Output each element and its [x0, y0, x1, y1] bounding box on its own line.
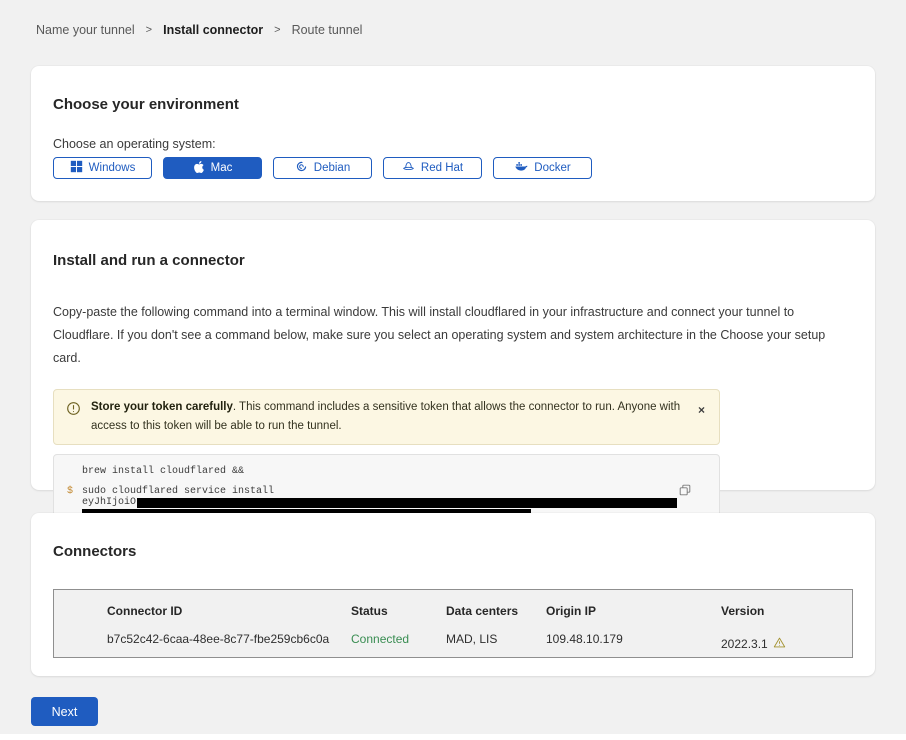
- code-line-brew: brew install cloudflared &&: [82, 466, 244, 477]
- warning-triangle-icon: [773, 636, 786, 652]
- column-header-connector-id: Connector ID: [107, 604, 351, 628]
- windows-icon: [70, 160, 83, 176]
- breadcrumb: Name your tunnel > Install connector > R…: [36, 23, 362, 37]
- breadcrumb-separator: >: [146, 24, 152, 36]
- apple-icon: [193, 161, 205, 176]
- next-button[interactable]: Next: [31, 697, 98, 726]
- os-button-label: Debian: [314, 162, 350, 174]
- os-button-group: Windows Mac Debian Red Hat Docker: [53, 157, 853, 179]
- copy-icon: [678, 485, 692, 500]
- breadcrumb-separator: >: [274, 24, 280, 36]
- environment-card: Choose your environment Choose an operat…: [31, 66, 875, 201]
- breadcrumb-step-name-your-tunnel[interactable]: Name your tunnel: [36, 23, 135, 37]
- connector-version-value: 2022.3.1: [721, 632, 832, 658]
- connector-id-value: b7c52c42-6caa-48ee-8c77-fbe259cb6c0a: [107, 632, 351, 658]
- column-header-version: Version: [721, 604, 832, 628]
- os-button-label: Windows: [89, 162, 136, 174]
- redhat-icon: [402, 160, 415, 176]
- connectors-card: Connectors Connector ID Status Data cent…: [31, 513, 875, 676]
- code-line-token: eyJhIjoiO: [82, 497, 677, 508]
- os-button-debian[interactable]: Debian: [273, 157, 372, 179]
- connector-origin-ip-value: 109.48.10.179: [546, 632, 721, 658]
- redacted-token-bar: [137, 498, 677, 508]
- os-button-label: Red Hat: [421, 162, 463, 174]
- token-warning-alert: Store your token carefully. This command…: [53, 389, 720, 445]
- column-header-status: Status: [351, 604, 446, 628]
- column-header-origin-ip: Origin IP: [546, 604, 721, 628]
- copy-command-button[interactable]: [676, 481, 694, 502]
- connectors-table: Connector ID Status Data centers Origin …: [53, 589, 853, 658]
- os-button-windows[interactable]: Windows: [53, 157, 152, 179]
- breadcrumb-step-install-connector: Install connector: [163, 23, 263, 37]
- alert-text-bold: Store your token carefully: [91, 401, 233, 413]
- alert-close-button[interactable]: ×: [694, 398, 709, 420]
- version-number: 2022.3.1: [721, 637, 768, 651]
- alert-text: Store your token carefully. This command…: [91, 398, 684, 436]
- install-description: Copy-paste the following command into a …: [53, 301, 849, 370]
- token-prefix: eyJhIjoiO: [82, 497, 136, 508]
- install-card-title: Install and run a connector: [53, 252, 853, 269]
- connector-data-centers-value: MAD, LIS: [446, 632, 546, 658]
- code-prompt: $: [67, 486, 73, 497]
- connectors-card-title: Connectors: [53, 543, 853, 560]
- os-button-redhat[interactable]: Red Hat: [383, 157, 482, 179]
- info-icon: [66, 401, 81, 421]
- os-button-label: Docker: [534, 162, 570, 174]
- breadcrumb-step-route-tunnel: Route tunnel: [292, 23, 363, 37]
- os-button-docker[interactable]: Docker: [493, 157, 592, 179]
- os-select-label: Choose an operating system:: [53, 137, 853, 151]
- debian-icon: [295, 160, 308, 176]
- code-line-sudo: sudo cloudflared service install: [82, 486, 274, 497]
- environment-card-title: Choose your environment: [53, 96, 853, 113]
- bottom-edge-strip: [0, 734, 906, 740]
- install-connector-card: Install and run a connector Copy-paste t…: [31, 220, 875, 490]
- connector-status-value: Connected: [351, 632, 446, 658]
- os-button-mac[interactable]: Mac: [163, 157, 262, 179]
- docker-icon: [514, 160, 528, 176]
- os-button-label: Mac: [211, 162, 233, 174]
- column-header-data-centers: Data centers: [446, 604, 546, 628]
